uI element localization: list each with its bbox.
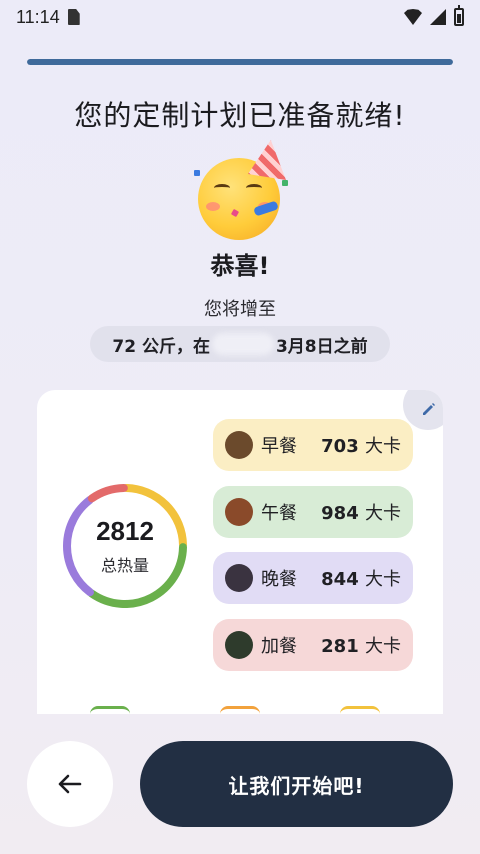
- confetti-icon: [282, 180, 288, 186]
- status-icons: [404, 5, 464, 26]
- meal-snack: 加餐 281 大卡: [213, 619, 413, 671]
- meal-kcal: 281 大卡: [321, 632, 401, 658]
- meal-kcal-unit: 大卡: [365, 436, 401, 457]
- party-face-icon: [192, 140, 292, 240]
- target-prefix: 72 公斤，在: [112, 336, 210, 357]
- total-calories: 2812: [96, 516, 154, 546]
- meal-name: 午餐: [261, 503, 297, 524]
- emoji-left-blush: [206, 202, 220, 211]
- progress-fill: [27, 59, 453, 65]
- meal-kcal-unit: 大卡: [365, 636, 401, 657]
- peek-ring: [340, 706, 380, 714]
- meal-name: 加餐: [261, 636, 297, 657]
- congrats-title: 恭喜!: [210, 252, 270, 280]
- calorie-summary-card: 2812 总热量 早餐 703 大卡 午餐 984 大卡 晚餐 844 大卡 加…: [37, 390, 443, 714]
- next-card-peek: [40, 706, 440, 714]
- meal-kcal: 844 大卡: [321, 565, 401, 591]
- page-title: 您的定制计划已准备就绪!: [74, 99, 406, 132]
- meal-name: 早餐: [261, 436, 297, 457]
- meal-name: 晚餐: [261, 569, 297, 590]
- breakfast-icon: [225, 431, 253, 459]
- status-time: 11:14: [16, 6, 60, 27]
- sim-card-icon: [67, 9, 80, 25]
- total-calories-label: 总热量: [100, 556, 149, 575]
- meal-kcal-value: 281: [321, 636, 359, 657]
- arrow-left-icon: [58, 774, 82, 794]
- meal-kcal-unit: 大卡: [365, 569, 401, 590]
- meal-kcal: 703 大卡: [321, 432, 401, 458]
- target-date-blur: [211, 333, 274, 355]
- battery-icon: [454, 5, 464, 26]
- goal-subtitle: 您将增至: [204, 299, 276, 320]
- pencil-icon: [423, 403, 435, 415]
- meal-breakfast: 早餐 703 大卡: [213, 419, 413, 471]
- emoji-left-eye: [214, 184, 230, 192]
- peek-ring: [220, 706, 260, 714]
- calorie-donut-chart: 2812 总热量: [59, 480, 191, 612]
- back-button[interactable]: [27, 741, 113, 827]
- donut-segment: [87, 484, 128, 503]
- meal-lunch: 午餐 984 大卡: [213, 486, 413, 538]
- snack-icon: [225, 631, 253, 659]
- meal-kcal-value: 844: [321, 569, 359, 590]
- confetti-icon: [194, 170, 200, 176]
- status-bar: 11:14: [0, 0, 480, 34]
- start-button[interactable]: 让我们开始吧!: [140, 741, 453, 827]
- meal-kcal: 984 大卡: [321, 499, 401, 525]
- target-weight-pill: 72 公斤，在 3月8日之前: [90, 326, 390, 362]
- meal-kcal-unit: 大卡: [365, 503, 401, 524]
- target-suffix: 3月8日之前: [275, 336, 368, 357]
- meal-dinner: 晚餐 844 大卡: [213, 552, 413, 604]
- wifi-icon: [404, 9, 422, 25]
- signal-icon: [430, 9, 446, 25]
- meal-kcal-value: 703: [321, 436, 359, 457]
- dinner-icon: [225, 564, 253, 592]
- peek-ring: [90, 706, 130, 714]
- onboarding-progress-bar: [27, 59, 453, 65]
- meal-kcal-value: 984: [321, 503, 359, 524]
- emoji-right-eye: [246, 184, 262, 192]
- lunch-icon: [225, 498, 253, 526]
